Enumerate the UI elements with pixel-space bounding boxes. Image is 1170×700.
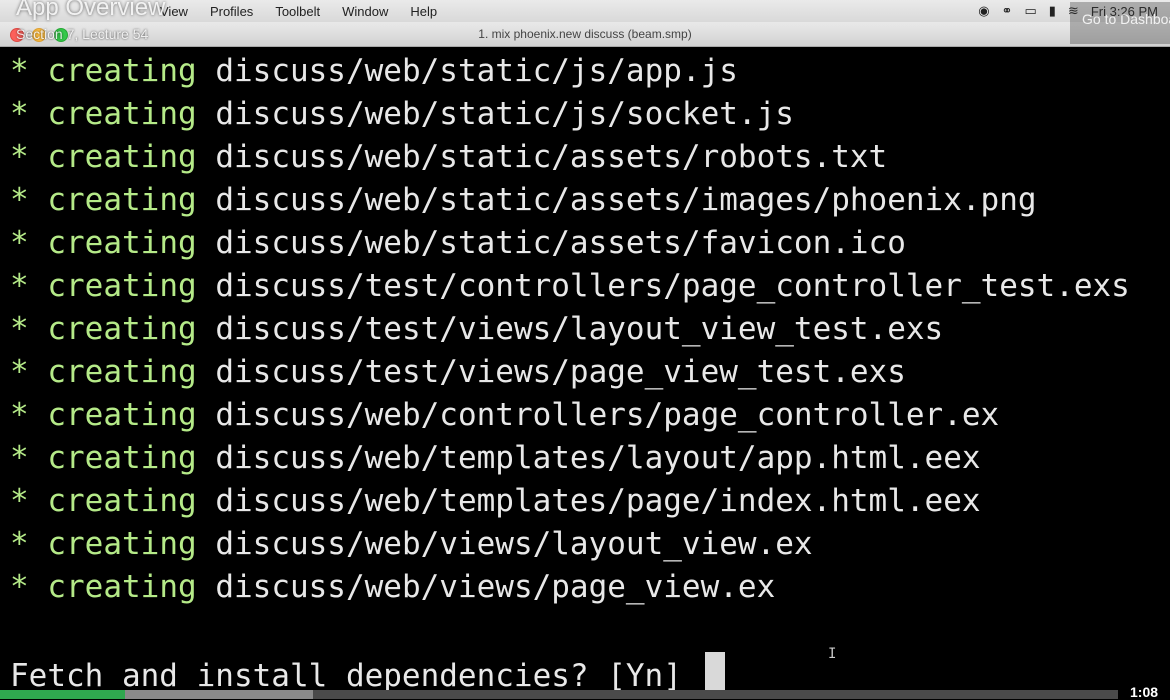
go-to-dashboard-button[interactable]: Go to Dashboard <box>1070 2 1170 44</box>
line-path: discuss/web/static/assets/images/phoenix… <box>215 182 1037 218</box>
menu-items: View Profiles Toolbelt Window Help <box>160 0 459 22</box>
terminal-title-bar: 1. mix phoenix.new discuss (beam.smp) <box>0 22 1170 47</box>
line-verb: creating <box>47 354 197 390</box>
line-path: discuss/web/static/js/socket.js <box>215 96 794 132</box>
line-marker: * <box>10 397 29 433</box>
prompt-text: Fetch and install dependencies? [Yn] <box>10 658 701 694</box>
line-path: discuss/web/static/assets/robots.txt <box>215 139 888 175</box>
line-verb: creating <box>47 139 197 175</box>
line-verb: creating <box>47 96 197 132</box>
terminal-line: * creating discuss/test/views/page_view_… <box>10 351 1170 394</box>
line-verb: creating <box>47 526 197 562</box>
line-path: discuss/web/controllers/page_controller.… <box>215 397 1000 433</box>
line-verb: creating <box>47 268 197 304</box>
line-verb: creating <box>47 225 197 261</box>
lecture-subtitle: Section 7, Lecture 54 <box>16 26 149 42</box>
terminal-line: * creating discuss/web/controllers/page_… <box>10 394 1170 437</box>
terminal-line: * creating discuss/web/static/js/socket.… <box>10 93 1170 136</box>
ibeam-cursor-icon: I <box>828 646 837 662</box>
line-path: discuss/web/static/js/app.js <box>215 53 738 89</box>
menu-item-profiles[interactable]: Profiles <box>210 4 253 19</box>
line-marker: * <box>10 526 29 562</box>
line-marker: * <box>10 182 29 218</box>
line-marker: * <box>10 354 29 390</box>
menu-item-window[interactable]: Window <box>342 4 388 19</box>
line-marker: * <box>10 440 29 476</box>
line-path: discuss/test/views/page_view_test.exs <box>215 354 906 390</box>
line-verb: creating <box>47 311 197 347</box>
line-verb: creating <box>47 53 197 89</box>
line-path: discuss/web/static/assets/favicon.ico <box>215 225 906 261</box>
line-marker: * <box>10 483 29 519</box>
line-verb: creating <box>47 483 197 519</box>
video-progress-fill <box>0 690 126 699</box>
terminal-output: * creating discuss/web/static/js/app.js … <box>10 50 1170 609</box>
line-path: discuss/test/controllers/page_controller… <box>215 268 1130 304</box>
line-marker: * <box>10 268 29 304</box>
line-verb: creating <box>47 182 197 218</box>
terminal-line: * creating discuss/web/templates/layout/… <box>10 437 1170 480</box>
text-cursor <box>704 652 725 692</box>
menu-item-toolbelt[interactable]: Toolbelt <box>275 4 320 19</box>
line-verb: creating <box>47 569 197 605</box>
line-path: discuss/web/templates/layout/app.html.ee… <box>215 440 981 476</box>
record-icon[interactable]: ◉ <box>978 3 989 19</box>
window-title: 1. mix phoenix.new discuss (beam.smp) <box>478 27 692 41</box>
terminal-line: * creating discuss/web/static/assets/ima… <box>10 179 1170 222</box>
airplay-icon[interactable]: ▭ <box>1024 3 1036 19</box>
line-marker: * <box>10 139 29 175</box>
terminal-line: * creating discuss/web/templates/page/in… <box>10 480 1170 523</box>
terminal-prompt[interactable]: Fetch and install dependencies? [Yn] <box>10 652 725 695</box>
menu-bar: View Profiles Toolbelt Window Help ◉ ⚭ ▭… <box>0 0 1170 22</box>
terminal-line: * creating discuss/web/static/js/app.js <box>10 50 1170 93</box>
line-marker: * <box>10 311 29 347</box>
terminal-line: * creating discuss/web/views/layout_view… <box>10 523 1170 566</box>
line-verb: creating <box>47 440 197 476</box>
terminal-line: * creating discuss/web/static/assets/fav… <box>10 222 1170 265</box>
terminal-line: * creating discuss/test/controllers/page… <box>10 265 1170 308</box>
battery-icon[interactable]: ▮ <box>1049 3 1056 19</box>
line-marker: * <box>10 53 29 89</box>
line-path: discuss/web/views/page_view.ex <box>215 569 776 605</box>
line-path: discuss/web/templates/page/index.html.ee… <box>215 483 981 519</box>
line-marker: * <box>10 569 29 605</box>
line-marker: * <box>10 96 29 132</box>
lecture-title: App Overview <box>16 0 166 21</box>
line-path: discuss/web/views/layout_view.ex <box>215 526 813 562</box>
line-verb: creating <box>47 397 197 433</box>
menu-item-help[interactable]: Help <box>410 4 437 19</box>
terminal-line: * creating discuss/web/static/assets/rob… <box>10 136 1170 179</box>
video-time: 1:08 <box>1130 684 1159 700</box>
glasses-icon[interactable]: ⚭ <box>1002 3 1013 19</box>
line-path: discuss/test/views/layout_view_test.exs <box>215 311 944 347</box>
video-progress-bar[interactable] <box>0 690 1118 699</box>
line-marker: * <box>10 225 29 261</box>
terminal-line: * creating discuss/web/views/page_view.e… <box>10 566 1170 609</box>
terminal-line: * creating discuss/test/views/layout_vie… <box>10 308 1170 351</box>
